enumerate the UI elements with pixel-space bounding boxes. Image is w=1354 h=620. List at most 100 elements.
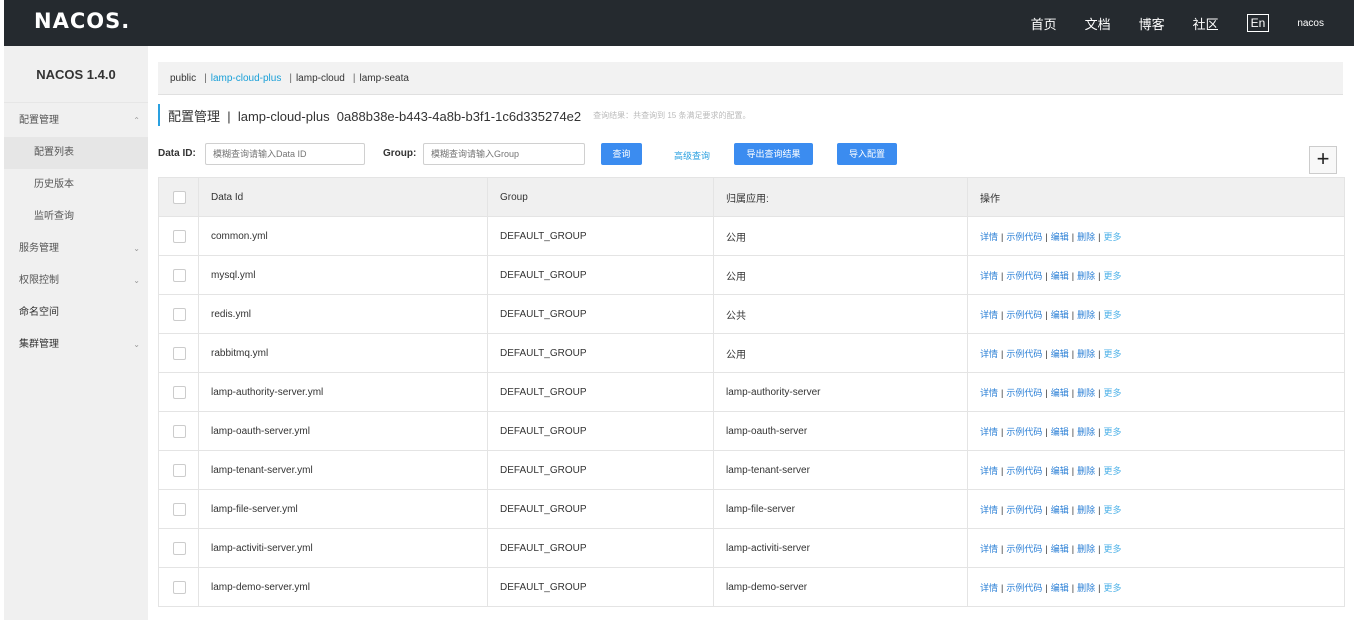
delete-link[interactable]: 删除 [1077,310,1095,320]
sample-code-link[interactable]: 示例代码 [1006,505,1042,515]
row-select-cell [158,489,199,529]
delete-link[interactable]: 删除 [1077,427,1095,437]
advanced-query-link[interactable]: 高级查询 [674,149,710,162]
select-all-checkbox[interactable] [173,190,186,204]
edit-link[interactable]: 编辑 [1051,505,1069,515]
import-config-button[interactable]: 导入配置 [837,143,897,165]
detail-link[interactable]: 详情 [980,505,998,515]
detail-link[interactable]: 详情 [980,232,998,242]
sidebar-item-namespace[interactable]: 命名空间 [4,297,148,329]
sample-code-link[interactable]: 示例代码 [1006,466,1042,476]
delete-link[interactable]: 删除 [1077,232,1095,242]
row-checkbox[interactable] [173,268,186,282]
edit-link[interactable]: 编辑 [1051,544,1069,554]
edit-link[interactable]: 编辑 [1051,427,1069,437]
row-checkbox[interactable] [173,385,186,399]
nacos-logo[interactable]: NACOS. [34,9,130,33]
edit-link[interactable]: 编辑 [1051,271,1069,281]
op-separator: | [1001,348,1004,359]
row-checkbox[interactable] [173,229,186,243]
namespace-tab-lamp-cloud-plus[interactable]: lamp-cloud-plus [211,73,282,84]
sample-code-link[interactable]: 示例代码 [1006,232,1042,242]
row-checkbox[interactable] [173,502,186,516]
cell-group: DEFAULT_GROUP [487,450,714,490]
more-link[interactable]: 更多 [1103,544,1121,554]
sidebar-item-label: 监听查询 [34,211,74,222]
cell-operations: 详情 | 示例代码 | 编辑 | 删除 | 更多 [967,255,1345,295]
namespace-tab-lamp-seata[interactable]: lamp-seata [359,73,408,84]
edit-link[interactable]: 编辑 [1051,583,1069,593]
group-input[interactable] [423,143,585,165]
sidebar-item-config-list[interactable]: 配置列表 [4,137,148,169]
sample-code-link[interactable]: 示例代码 [1006,544,1042,554]
detail-link[interactable]: 详情 [980,349,998,359]
sidebar-item-listener-query[interactable]: 监听查询 [4,201,148,233]
sidebar-item-history[interactable]: 历史版本 [4,169,148,201]
add-config-button[interactable]: + [1309,146,1337,174]
delete-link[interactable]: 删除 [1077,271,1095,281]
nav-home[interactable]: 首页 [1031,14,1057,33]
sidebar-item-cluster-management[interactable]: 集群管理 ⌄ [4,329,148,361]
cell-app: lamp-authority-server [713,372,968,412]
delete-link[interactable]: 删除 [1077,349,1095,359]
detail-link[interactable]: 详情 [980,427,998,437]
user-menu[interactable]: nacos [1297,18,1324,29]
language-toggle[interactable]: En [1246,14,1270,32]
row-checkbox[interactable] [173,580,186,594]
sidebar-item-permission-control[interactable]: 权限控制 ⌄ [4,265,148,297]
edit-link[interactable]: 编辑 [1051,388,1069,398]
row-checkbox[interactable] [173,424,186,438]
detail-link[interactable]: 详情 [980,271,998,281]
sample-code-link[interactable]: 示例代码 [1006,310,1042,320]
dataid-input[interactable] [205,143,365,165]
sample-code-link[interactable]: 示例代码 [1006,349,1042,359]
delete-link[interactable]: 删除 [1077,466,1095,476]
sample-code-link[interactable]: 示例代码 [1006,271,1042,281]
row-checkbox[interactable] [173,346,186,360]
op-separator: | [1098,231,1101,242]
namespace-tab-public[interactable]: public [170,73,196,84]
nav-blog[interactable]: 博客 [1139,14,1165,33]
more-link[interactable]: 更多 [1103,505,1121,515]
op-separator: | [1071,387,1075,398]
edit-link[interactable]: 编辑 [1051,232,1069,242]
sidebar-item-label: 命名空间 [19,307,59,318]
row-checkbox[interactable] [173,541,186,555]
detail-link[interactable]: 详情 [980,310,998,320]
export-button[interactable]: 导出查询结果 [734,143,813,165]
table-row: lamp-oauth-server.yml DEFAULT_GROUP lamp-o… [158,411,1345,451]
edit-link[interactable]: 编辑 [1051,349,1069,359]
sidebar-item-config-management[interactable]: 配置管理 ⌃ [4,105,148,137]
more-link[interactable]: 更多 [1103,388,1121,398]
more-link[interactable]: 更多 [1103,232,1121,242]
detail-link[interactable]: 详情 [980,544,998,554]
more-link[interactable]: 更多 [1103,271,1121,281]
namespace-tab-lamp-cloud[interactable]: lamp-cloud [296,73,345,84]
detail-link[interactable]: 详情 [980,583,998,593]
more-link[interactable]: 更多 [1103,310,1121,320]
row-checkbox[interactable] [173,463,186,477]
row-checkbox[interactable] [173,307,186,321]
delete-link[interactable]: 删除 [1077,505,1095,515]
delete-link[interactable]: 删除 [1077,583,1095,593]
op-separator: | [1098,465,1101,476]
more-link[interactable]: 更多 [1103,427,1121,437]
nav-community[interactable]: 社区 [1193,14,1219,33]
sample-code-link[interactable]: 示例代码 [1006,427,1042,437]
detail-link[interactable]: 详情 [980,466,998,476]
more-link[interactable]: 更多 [1103,583,1121,593]
edit-link[interactable]: 编辑 [1051,466,1069,476]
sample-code-link[interactable]: 示例代码 [1006,583,1042,593]
more-link[interactable]: 更多 [1103,466,1121,476]
nav-docs[interactable]: 文档 [1085,14,1111,33]
more-link[interactable]: 更多 [1103,349,1121,359]
sample-code-link[interactable]: 示例代码 [1006,388,1042,398]
edit-link[interactable]: 编辑 [1051,310,1069,320]
query-button[interactable]: 查询 [601,143,642,165]
delete-link[interactable]: 删除 [1077,544,1095,554]
version-title: NACOS 1.4.0 [4,46,148,103]
detail-link[interactable]: 详情 [980,388,998,398]
sidebar-item-service-management[interactable]: 服务管理 ⌄ [4,233,148,265]
delete-link[interactable]: 删除 [1077,388,1095,398]
cell-data-id: lamp-demo-server.yml [198,567,488,607]
